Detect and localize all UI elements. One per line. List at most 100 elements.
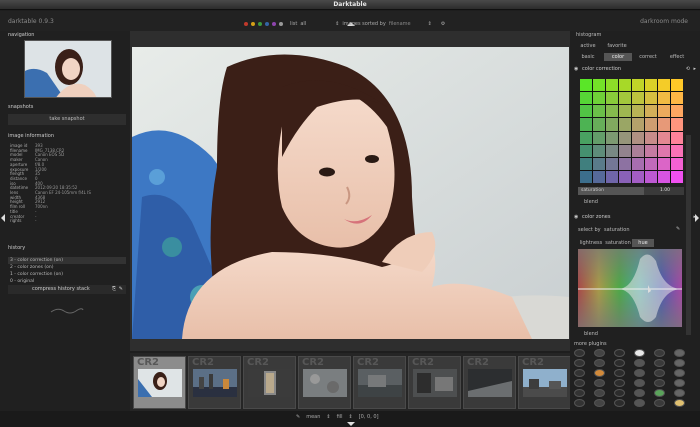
plugin-toggle-icon[interactable] bbox=[674, 369, 685, 377]
color-grid-cell[interactable] bbox=[619, 118, 631, 131]
more-plugins-header[interactable]: more plugins bbox=[574, 341, 607, 347]
zoom-mode-select[interactable]: mean bbox=[306, 414, 320, 420]
sort-select[interactable]: filename bbox=[389, 21, 411, 27]
color-label-yellow-icon[interactable] bbox=[251, 22, 255, 26]
color-grid-cell[interactable] bbox=[619, 170, 631, 183]
presets-icon[interactable]: ▸ bbox=[693, 65, 696, 74]
history-item[interactable]: 0 - original bbox=[8, 278, 126, 285]
color-grid-cell[interactable] bbox=[619, 144, 631, 157]
history-item[interactable]: 3 - color correction (on) bbox=[8, 257, 126, 264]
main-photo[interactable] bbox=[132, 47, 569, 339]
color-grid-cell[interactable] bbox=[606, 105, 618, 118]
histogram-header[interactable]: histogram bbox=[576, 32, 601, 38]
color-label-green-icon[interactable] bbox=[258, 22, 262, 26]
plugin-toggle-icon[interactable] bbox=[614, 359, 625, 367]
color-grid-cell[interactable] bbox=[671, 131, 683, 144]
color-picker-icon-2[interactable]: ✎ bbox=[676, 226, 680, 232]
history-item[interactable]: 2 - color zones (on) bbox=[8, 264, 126, 271]
filmstrip-thumb[interactable]: CR2 bbox=[463, 356, 516, 409]
color-grid-cell[interactable] bbox=[606, 92, 618, 105]
blend-label-2[interactable]: blend bbox=[584, 331, 598, 337]
plugin-toggle-icon[interactable] bbox=[574, 349, 585, 357]
color-grid-cell[interactable] bbox=[658, 105, 670, 118]
color-label-purple-icon[interactable] bbox=[272, 22, 276, 26]
color-grid-cell[interactable] bbox=[645, 131, 657, 144]
mode-label[interactable]: darkroom mode bbox=[640, 18, 688, 25]
color-grid-cell[interactable] bbox=[671, 118, 683, 131]
plugin-toggle-icon[interactable] bbox=[614, 389, 625, 397]
plugin-toggle-icon[interactable] bbox=[654, 369, 665, 377]
sort-updown-icon-4[interactable]: ⇕ bbox=[349, 414, 353, 420]
color-grid-cell[interactable] bbox=[606, 157, 618, 170]
plugin-toggle-icon[interactable] bbox=[594, 379, 605, 387]
group-tab-color[interactable]: color bbox=[604, 53, 632, 61]
color-grid-cell[interactable] bbox=[580, 131, 592, 144]
color-grid-cell[interactable] bbox=[606, 170, 618, 183]
group-tab-correct[interactable]: correct bbox=[634, 53, 662, 61]
reset-icon[interactable]: ⟲ bbox=[686, 65, 690, 74]
plugin-toggle-icon[interactable] bbox=[574, 359, 585, 367]
color-grid-cell[interactable] bbox=[619, 79, 631, 92]
color-grid-cell[interactable] bbox=[619, 105, 631, 118]
color-grid-cell[interactable] bbox=[593, 144, 605, 157]
color-grid-cell[interactable] bbox=[671, 170, 683, 183]
plugin-toggle-icon[interactable] bbox=[654, 379, 665, 387]
color-grid-cell[interactable] bbox=[593, 79, 605, 92]
take-snapshot-button[interactable]: take snapshot bbox=[8, 114, 126, 125]
plugin-toggle-icon[interactable] bbox=[654, 399, 665, 407]
image-information-header[interactable]: image information bbox=[0, 132, 62, 140]
plugin-toggle-icon[interactable] bbox=[614, 369, 625, 377]
plugin-toggle-icon[interactable] bbox=[634, 399, 645, 407]
color-grid-cell[interactable] bbox=[658, 157, 670, 170]
edit-icon[interactable]: ✎ bbox=[119, 285, 123, 294]
color-grid-cell[interactable] bbox=[645, 157, 657, 170]
sort-updown-icon[interactable]: ⇕ bbox=[335, 21, 339, 27]
color-grid-cell[interactable] bbox=[580, 157, 592, 170]
blend-label[interactable]: blend bbox=[584, 199, 598, 205]
navigation-header[interactable]: navigation bbox=[0, 31, 130, 39]
color-grid-cell[interactable] bbox=[632, 118, 644, 131]
sort-updown-icon-2[interactable]: ⇕ bbox=[428, 21, 432, 27]
power-icon[interactable]: ◉ bbox=[574, 213, 578, 222]
history-header[interactable]: history bbox=[0, 244, 33, 252]
color-grid-cell[interactable] bbox=[645, 170, 657, 183]
group-tab-favorite[interactable]: favorite bbox=[602, 42, 632, 50]
color-grid-cell[interactable] bbox=[606, 118, 618, 131]
collapse-bottom-arrow-icon[interactable] bbox=[347, 422, 355, 426]
color-picker-icon[interactable]: ✎ bbox=[296, 414, 300, 420]
group-tab-basic[interactable]: basic bbox=[576, 53, 600, 61]
plugin-toggle-icon[interactable] bbox=[674, 379, 685, 387]
color-correction-header[interactable]: ◉ color correction ⟲ ▸ bbox=[572, 65, 696, 74]
filmstrip-thumb[interactable]: CR2 bbox=[408, 356, 461, 409]
color-grid-cell[interactable] bbox=[632, 144, 644, 157]
right-panel-scrollbar[interactable] bbox=[686, 135, 691, 335]
color-grid-cell[interactable] bbox=[645, 92, 657, 105]
plugin-toggle-icon[interactable] bbox=[634, 379, 645, 387]
plugin-toggle-icon[interactable] bbox=[574, 369, 585, 377]
plugin-toggle-icon[interactable] bbox=[614, 379, 625, 387]
color-grid-cell[interactable] bbox=[645, 79, 657, 92]
compress-history-button[interactable]: compress history stack ⎘ ✎ bbox=[8, 285, 126, 294]
color-grid-cell[interactable] bbox=[671, 79, 683, 92]
plugin-toggle-icon[interactable] bbox=[594, 399, 605, 407]
color-zones-graph[interactable] bbox=[578, 249, 682, 327]
color-grid-cell[interactable] bbox=[619, 92, 631, 105]
color-grid-cell[interactable] bbox=[632, 105, 644, 118]
plugin-toggle-icon[interactable] bbox=[574, 389, 585, 397]
plugin-toggle-icon[interactable] bbox=[594, 389, 605, 397]
color-grid-cell[interactable] bbox=[632, 157, 644, 170]
power-icon[interactable]: ◉ bbox=[574, 65, 578, 74]
plugin-toggle-icon[interactable] bbox=[674, 399, 685, 407]
color-label-gray-icon[interactable] bbox=[279, 22, 283, 26]
plugin-toggle-icon[interactable] bbox=[654, 389, 665, 397]
filmstrip-thumb[interactable]: CR2 bbox=[243, 356, 296, 409]
color-grid-cell[interactable] bbox=[645, 118, 657, 131]
filter-select[interactable]: all bbox=[300, 21, 306, 27]
zoom-fill-select[interactable]: fill bbox=[337, 414, 343, 420]
color-grid-cell[interactable] bbox=[619, 131, 631, 144]
color-grid-cell[interactable] bbox=[658, 118, 670, 131]
color-grid-cell[interactable] bbox=[580, 79, 592, 92]
color-grid-cell[interactable] bbox=[580, 92, 592, 105]
color-grid-cell[interactable] bbox=[593, 157, 605, 170]
color-correction-grid[interactable] bbox=[580, 79, 683, 183]
